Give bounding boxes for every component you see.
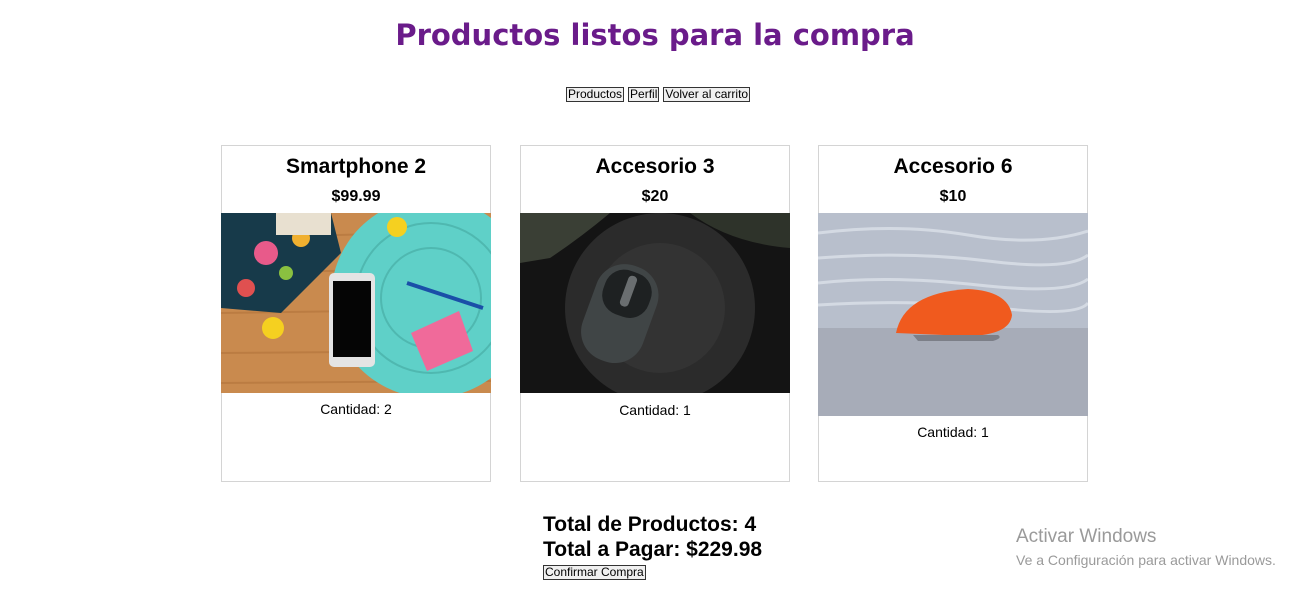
product-image: [221, 213, 491, 393]
product-name: Accesorio 3: [595, 155, 715, 178]
page-title: Productos listos para la compra: [395, 18, 915, 52]
watermark-title: Activar Windows: [1016, 526, 1157, 547]
total-pay: Total a Pagar: $229.98: [543, 538, 763, 561]
total-products: Total de Productos: 4: [543, 513, 757, 536]
product-quantity: Cantidad: 1: [619, 402, 691, 418]
watermark-subtitle: Ve a Configuración para activar Windows.: [1016, 552, 1276, 568]
perfil-button[interactable]: Perfil: [628, 86, 660, 102]
product-price: $20: [641, 188, 669, 205]
windows-activation-watermark: Activar Windows Ve a Configuración para …: [1016, 526, 1276, 570]
confirm-purchase-button[interactable]: Confirmar Compra: [543, 565, 646, 580]
product-name: Accesorio 6: [893, 155, 1013, 178]
product-card: Accesorio 3 $20 Cantidad: 1: [520, 145, 790, 482]
product-price: $99.99: [331, 188, 381, 205]
product-name: Smartphone 2: [285, 155, 427, 178]
volver-carrito-button[interactable]: Volver al carrito: [663, 86, 751, 102]
product-image: [520, 213, 790, 393]
order-summary: Total de Productos: 4 Total a Pagar: $22…: [543, 512, 762, 581]
product-card: Accesorio 6 $10 Cantidad: 1: [818, 145, 1088, 482]
product-quantity: Cantidad: 2: [320, 401, 392, 417]
product-card: Smartphone 2 $99.99 Cantidad: 2: [221, 145, 491, 482]
product-price: $10: [939, 188, 967, 205]
productos-button[interactable]: Productos: [566, 86, 625, 102]
product-quantity: Cantidad: 1: [917, 424, 989, 440]
product-image: [818, 213, 1088, 416]
nav-bar: Productos Perfil Volver al carrito: [566, 86, 751, 102]
